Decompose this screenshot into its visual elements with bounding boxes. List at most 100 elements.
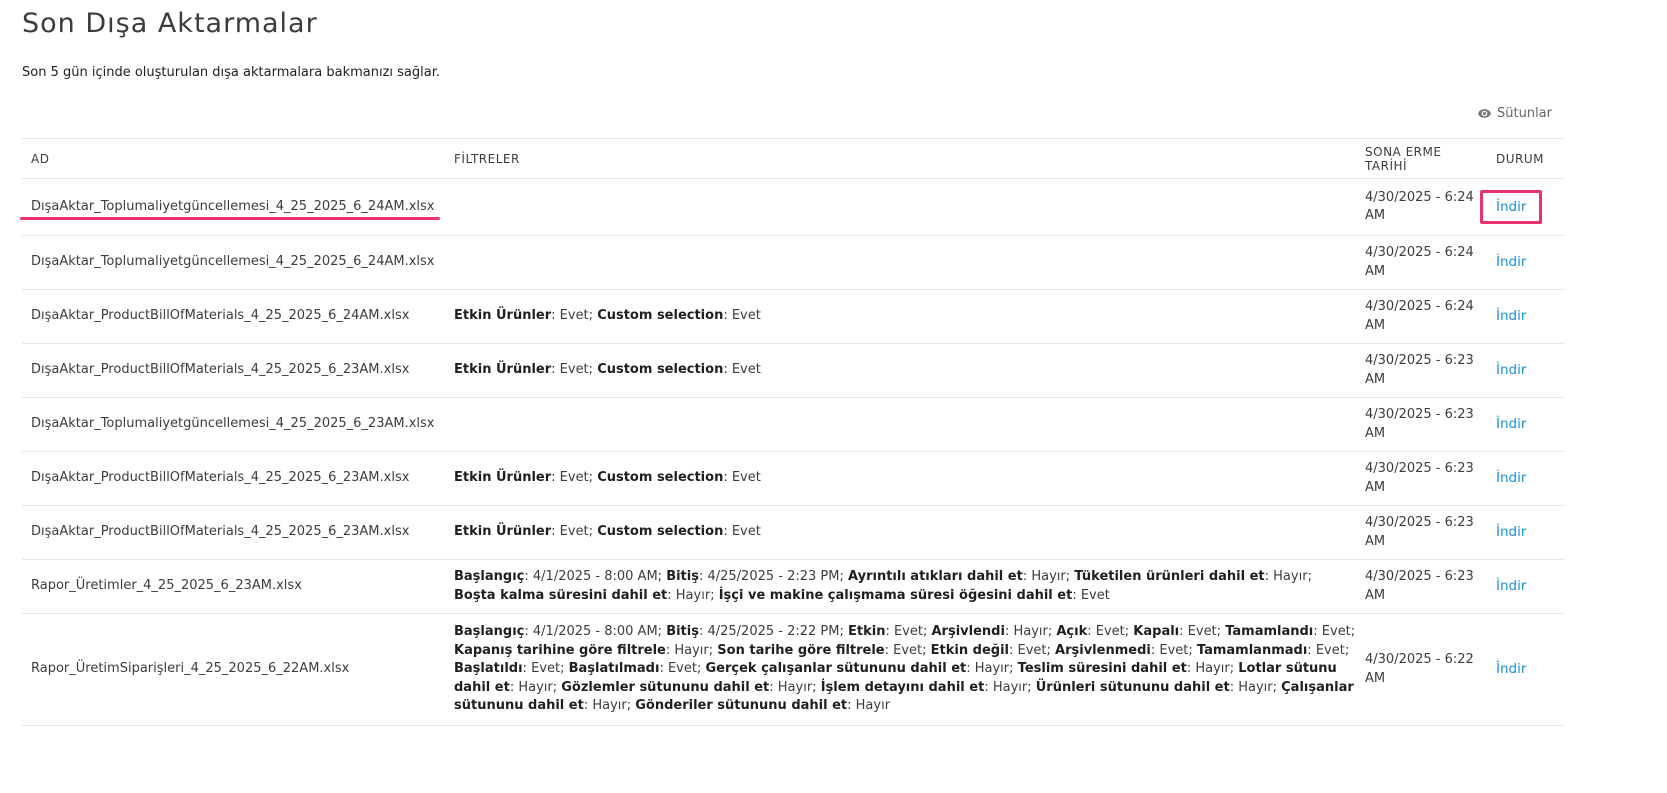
page-title: Son Dışa Aktarmalar [22, 8, 318, 39]
table-row: DışaAktar_ProductBillOfMaterials_4_25_20… [22, 343, 1565, 398]
export-filters: Etkin Ürünler: Evet; Custom selection: E… [445, 289, 1356, 344]
export-file-name: DışaAktar_Toplumaliyetgüncellemesi_4_25_… [22, 397, 445, 452]
filter-key: Etkin Ürünler [454, 470, 552, 486]
export-filters: Etkin Ürünler: Evet; Custom selection: E… [445, 343, 1356, 398]
download-link[interactable]: İndir [1496, 308, 1526, 324]
filter-key: Kapanış tarihine göre filtrele [454, 642, 666, 658]
filter-key: Custom selection [597, 362, 724, 378]
export-filters: Başlangıç: 4/1/2025 - 8:00 AM; Bitiş: 4/… [445, 559, 1356, 614]
status-cell: İndir [1487, 613, 1565, 726]
table-row: DışaAktar_ProductBillOfMaterials_4_25_20… [22, 289, 1565, 344]
table-row: Rapor_Üretimler_4_25_2025_6_23AM.xlsx Baş… [22, 559, 1565, 614]
filter-key: Custom selection [597, 470, 724, 486]
filter-value: Hayır [992, 679, 1028, 695]
download-link[interactable]: İndir [1496, 578, 1526, 594]
filter-key: Teslim süresini dahil et [1017, 661, 1187, 677]
filter-key: Tüketilen ürünleri dahil et [1074, 569, 1265, 584]
columns-label: Sütunlar [1497, 106, 1552, 121]
filter-key: Başlangıç [454, 569, 525, 584]
status-cell: İndir [1480, 178, 1565, 236]
expiration-date: 4/30/2025 - 6:24 AM [1356, 235, 1487, 290]
status-cell: İndir [1487, 559, 1565, 614]
filter-key: Bitiş [666, 569, 699, 584]
filter-key: Arşivlenmedi [1055, 642, 1151, 658]
filter-key: Gerçek çalışanlar sütununu dahil et [705, 661, 967, 677]
table-header-row: AD FİLTRELER SONA ERME TARİHİ DURUM [22, 138, 1565, 179]
filter-key: Etkin Ürünler [454, 362, 552, 378]
filter-value: Evet [1017, 642, 1047, 658]
header-filters[interactable]: FİLTRELER [445, 138, 1356, 179]
filter-value: 4/1/2025 - 8:00 AM [532, 569, 658, 584]
filter-value: Evet [731, 308, 761, 324]
filter-value: Hayır [592, 698, 627, 714]
status-cell: İndir [1487, 289, 1565, 344]
status-cell: İndir [1487, 397, 1565, 452]
expiration-date: 4/30/2025 - 6:24 AM [1356, 178, 1487, 236]
export-filters [445, 178, 1356, 236]
export-file-name: DışaAktar_ProductBillOfMaterials_4_25_20… [22, 505, 445, 560]
download-link[interactable]: İndir [1496, 254, 1526, 270]
filter-value: Hayır [1031, 569, 1066, 584]
status-cell: İndir [1487, 505, 1565, 560]
header-name[interactable]: AD [22, 138, 445, 179]
table-row: DışaAktar_Toplumaliyetgüncellemesi_4_25_… [22, 397, 1565, 452]
eye-icon [1477, 109, 1492, 118]
download-link[interactable]: İndir [1496, 661, 1526, 677]
table-row: DışaAktar_ProductBillOfMaterials_4_25_20… [22, 505, 1565, 560]
filter-value: Hayır [674, 642, 709, 658]
filter-value: Hayır [1238, 679, 1273, 695]
table-row: Rapor_ÜretimSiparişleri_4_25_2025_6_22AM… [22, 613, 1565, 726]
filter-value: Evet [893, 624, 923, 640]
filter-value: Evet [1159, 642, 1189, 658]
expiration-date: 4/30/2025 - 6:24 AM [1356, 289, 1487, 344]
status-cell: İndir [1487, 451, 1565, 506]
filter-value: Hayır [1013, 624, 1048, 640]
filter-value: Evet [1080, 587, 1110, 603]
filter-key: Bitiş [666, 624, 699, 640]
export-filters: Başlangıç: 4/1/2025 - 8:00 AM; Bitiş: 4/… [445, 613, 1356, 726]
status-cell: İndir [1487, 343, 1565, 398]
filter-key: Custom selection [597, 524, 724, 540]
download-link[interactable]: İndir [1480, 189, 1543, 225]
recent-exports-page: Son Dışa Aktarmalar Son 5 gün içinde olu… [0, 0, 1667, 793]
expiration-date: 4/30/2025 - 6:23 AM [1356, 559, 1487, 614]
expiration-date: 4/30/2025 - 6:23 AM [1356, 451, 1487, 506]
columns-button[interactable]: Sütunlar [1477, 106, 1552, 121]
filter-key: Custom selection [597, 308, 724, 324]
page-subtitle: Son 5 gün içinde oluşturulan dışa aktarm… [22, 65, 440, 80]
filter-value: Hayır [855, 698, 891, 714]
filter-value: Evet [559, 524, 589, 540]
filter-value: Evet [1321, 624, 1351, 640]
download-link[interactable]: İndir [1496, 524, 1526, 540]
filter-value: Evet [559, 308, 589, 324]
table-row: DışaAktar_ProductBillOfMaterials_4_25_20… [22, 451, 1565, 506]
filter-value: Evet [531, 661, 561, 677]
export-file-name: Rapor_ÜretimSiparişleri_4_25_2025_6_22AM… [22, 613, 445, 726]
export-filters [445, 235, 1356, 290]
download-link[interactable]: İndir [1496, 416, 1526, 432]
filter-key: Ayrıntılı atıkları dahil et [848, 569, 1023, 584]
filter-value: Hayır [518, 679, 553, 695]
filter-key: Etkin Ürünler [454, 308, 552, 324]
header-status[interactable]: DURUM [1487, 138, 1565, 179]
export-filters: Etkin Ürünler: Evet; Custom selection: E… [445, 451, 1356, 506]
filter-key: Tamamlandı [1225, 624, 1314, 640]
export-file-name: DışaAktar_ProductBillOfMaterials_4_25_20… [22, 289, 445, 344]
download-link[interactable]: İndir [1496, 470, 1526, 486]
filter-value: Evet [559, 362, 589, 378]
filter-key: Etkin [848, 624, 886, 640]
status-cell: İndir [1487, 235, 1565, 290]
filter-key: Son tarihe göre filtrele [717, 642, 885, 658]
expiration-date: 4/30/2025 - 6:23 AM [1356, 343, 1487, 398]
export-file-name: DışaAktar_Toplumaliyetgüncellemesi_4_25_… [22, 235, 445, 290]
filter-key: Gönderiler sütununu dahil et [635, 698, 848, 714]
filter-key: Başlatıldı [454, 661, 523, 677]
filter-key: İşçi ve makine çalışmama süresi öğesini … [718, 587, 1073, 603]
export-file-name: DışaAktar_ProductBillOfMaterials_4_25_20… [22, 451, 445, 506]
filter-value: Evet [731, 362, 761, 378]
filter-value: 4/25/2025 - 2:22 PM [707, 624, 840, 640]
download-link[interactable]: İndir [1496, 362, 1526, 378]
filter-key: Başlatılmadı [568, 661, 660, 677]
expiration-date: 4/30/2025 - 6:22 AM [1356, 613, 1487, 726]
header-expires[interactable]: SONA ERME TARİHİ [1356, 138, 1487, 179]
